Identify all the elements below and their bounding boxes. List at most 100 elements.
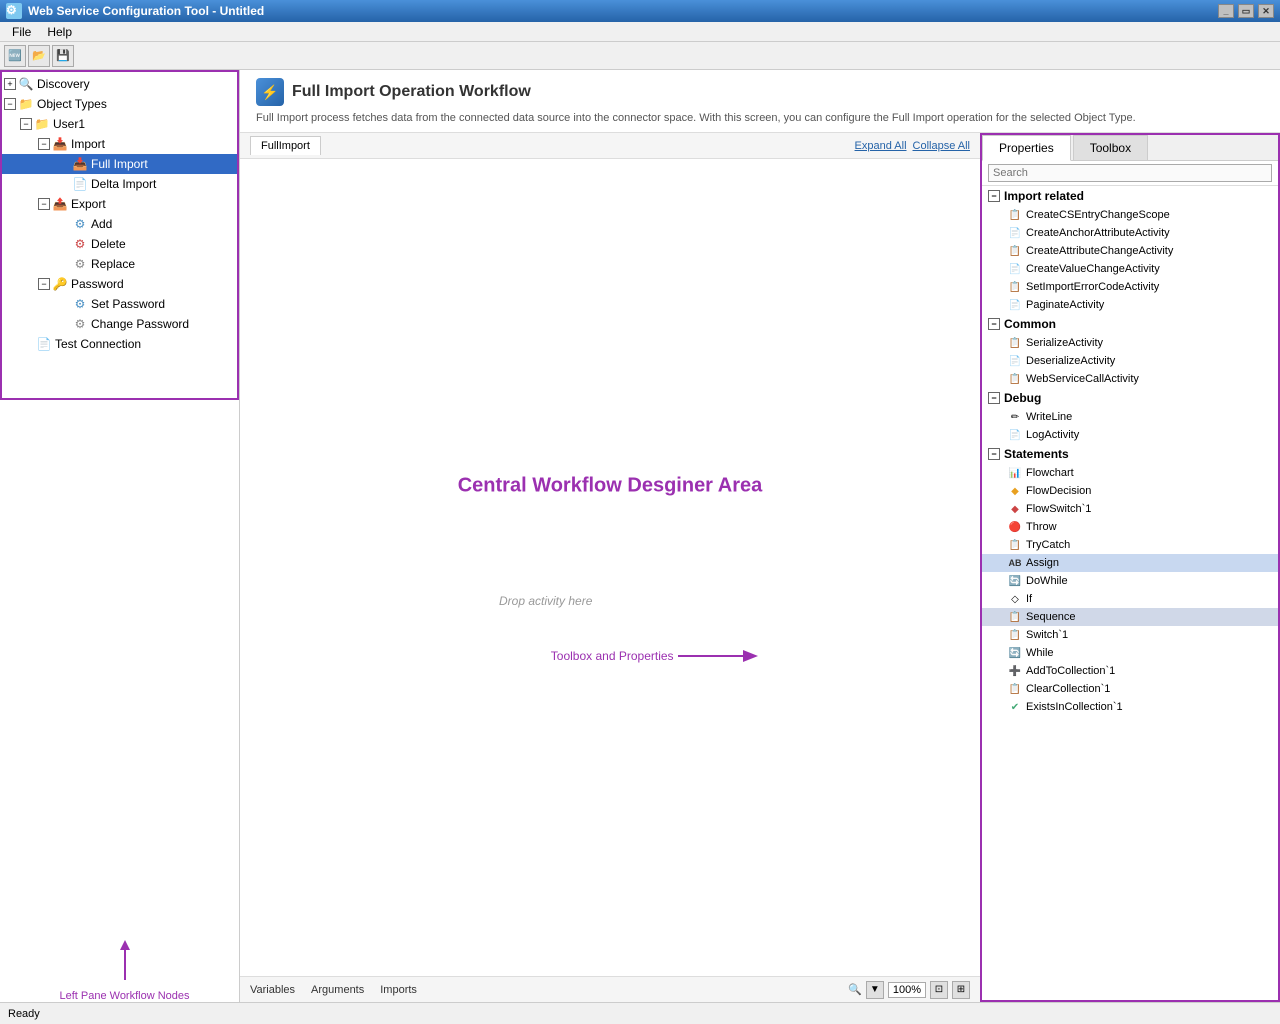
item-existsincollection[interactable]: ✔ ExistsInCollection`1	[982, 698, 1278, 716]
tree-item-import[interactable]: − 📥 Import	[0, 134, 239, 154]
tree-item-full-import[interactable]: 📥 Full Import	[0, 154, 239, 174]
item-createanchor[interactable]: 📄 CreateAnchorAttributeActivity	[982, 224, 1278, 242]
tree-item-change-password[interactable]: ⚙ Change Password	[0, 314, 239, 334]
item-writeline[interactable]: ✏ WriteLine	[982, 408, 1278, 426]
expand-export[interactable]: −	[38, 198, 50, 210]
panel-search	[982, 161, 1278, 186]
item-flowchart[interactable]: 📊 Flowchart	[982, 464, 1278, 482]
item-paginate[interactable]: 📄 PaginateActivity	[982, 296, 1278, 314]
workflow-header: ⚡ Full Import Operation Workflow Full Im…	[240, 70, 1280, 133]
item-serialize[interactable]: 📋 SerializeActivity	[982, 334, 1278, 352]
workflow-title-icon: ⚡	[256, 78, 284, 106]
category-statements[interactable]: − Statements	[982, 444, 1278, 464]
paginate-icon: 📄	[1008, 298, 1022, 312]
collapse-all-btn[interactable]: Collapse All	[913, 140, 970, 152]
item-dowhile[interactable]: 🔄 DoWhile	[982, 572, 1278, 590]
tree-item-password[interactable]: − 🔑 Password	[0, 274, 239, 294]
item-if[interactable]: ◇ If	[982, 590, 1278, 608]
bottom-tab-arguments[interactable]: Arguments	[311, 984, 364, 996]
export-label: Export	[71, 197, 106, 211]
search-input[interactable]	[988, 164, 1272, 182]
expand-object-types[interactable]: −	[4, 98, 16, 110]
zoom-icon: 🔍	[848, 983, 862, 996]
tab-toolbox[interactable]: Toolbox	[1073, 135, 1148, 160]
category-import-related[interactable]: − Import related	[982, 186, 1278, 206]
item-trycatch[interactable]: 📋 TryCatch	[982, 536, 1278, 554]
discovery-label: Discovery	[37, 77, 90, 91]
expand-import[interactable]: −	[38, 138, 50, 150]
category-common[interactable]: − Common	[982, 314, 1278, 334]
item-logactivity[interactable]: 📄 LogActivity	[982, 426, 1278, 444]
window-title: Web Service Configuration Tool - Untitle…	[28, 4, 1218, 18]
existsincollection-icon: ✔	[1008, 700, 1022, 714]
status-bar: Ready	[0, 1002, 1280, 1024]
expand-user1[interactable]: −	[20, 118, 32, 130]
tree-item-discovery[interactable]: + 🔍 Discovery	[0, 74, 239, 94]
close-button[interactable]: ✕	[1258, 4, 1274, 18]
expand-statements[interactable]: −	[988, 448, 1000, 460]
zoom-full-btn[interactable]: ⊞	[952, 981, 970, 999]
toolbox-arrow-annotation: Toolbox and Properties	[551, 646, 758, 666]
menu-file[interactable]: File	[4, 23, 39, 41]
dowhile-icon: 🔄	[1008, 574, 1022, 588]
tab-properties[interactable]: Properties	[982, 135, 1071, 161]
item-webservice[interactable]: 📋 WebServiceCallActivity	[982, 370, 1278, 388]
toolbar: 🆕 📂 💾	[0, 42, 1280, 70]
import-icon: 📥	[52, 136, 68, 152]
category-debug[interactable]: − Debug	[982, 388, 1278, 408]
tree-item-object-types[interactable]: − 📁 Object Types	[0, 94, 239, 114]
item-createvalue[interactable]: 📄 CreateValueChangeActivity	[982, 260, 1278, 278]
open-button[interactable]: 📂	[28, 45, 50, 67]
expand-common[interactable]: −	[988, 318, 1000, 330]
tree-item-replace[interactable]: ⚙ Replace	[0, 254, 239, 274]
createcsentry-label: CreateCSEntryChangeScope	[1026, 209, 1170, 221]
expand-import-related[interactable]: −	[988, 190, 1000, 202]
item-throw[interactable]: 🔴 Throw	[982, 518, 1278, 536]
tree-item-delta-import[interactable]: 📄 Delta Import	[0, 174, 239, 194]
tree-item-user1[interactable]: − 📁 User1	[0, 114, 239, 134]
flowdecision-icon: ◆	[1008, 484, 1022, 498]
restore-button[interactable]: ▭	[1238, 4, 1254, 18]
item-addtocollection[interactable]: ➕ AddToCollection`1	[982, 662, 1278, 680]
item-sequence[interactable]: 📋 Sequence	[982, 608, 1278, 626]
tree-item-add[interactable]: ⚙ Add	[0, 214, 239, 234]
createattribute-icon: 📋	[1008, 244, 1022, 258]
item-flowswitch[interactable]: ◆ FlowSwitch`1	[982, 500, 1278, 518]
designer-tab-fullimport[interactable]: FullImport	[250, 136, 321, 155]
item-while[interactable]: 🔄 While	[982, 644, 1278, 662]
expand-discovery[interactable]: +	[4, 78, 16, 90]
item-setimport[interactable]: 📋 SetImportErrorCodeActivity	[982, 278, 1278, 296]
item-switch[interactable]: 📋 Switch`1	[982, 626, 1278, 644]
serialize-icon: 📋	[1008, 336, 1022, 350]
tree-item-export[interactable]: − 📤 Export	[0, 194, 239, 214]
set-password-label: Set Password	[91, 297, 165, 311]
new-button[interactable]: 🆕	[4, 45, 26, 67]
item-flowdecision[interactable]: ◆ FlowDecision	[982, 482, 1278, 500]
minimize-button[interactable]: _	[1218, 4, 1234, 18]
menu-help[interactable]: Help	[39, 23, 80, 41]
item-clearcollection[interactable]: 📋 ClearCollection`1	[982, 680, 1278, 698]
assign-label: Assign	[1026, 557, 1059, 569]
expand-all-btn[interactable]: Expand All	[855, 140, 907, 152]
dowhile-label: DoWhile	[1026, 575, 1068, 587]
expand-debug[interactable]: −	[988, 392, 1000, 404]
bottom-tab-variables[interactable]: Variables	[250, 984, 295, 996]
title-bar: ⚙ Web Service Configuration Tool - Untit…	[0, 0, 1280, 22]
while-icon: 🔄	[1008, 646, 1022, 660]
item-createattribute[interactable]: 📋 CreateAttributeChangeActivity	[982, 242, 1278, 260]
save-button[interactable]: 💾	[52, 45, 74, 67]
createcsentry-icon: 📋	[1008, 208, 1022, 222]
item-deserialize[interactable]: 📄 DeserializeActivity	[982, 352, 1278, 370]
tree-item-test-connection[interactable]: 📄 Test Connection	[0, 334, 239, 354]
tree-item-set-password[interactable]: ⚙ Set Password	[0, 294, 239, 314]
item-createcsentry[interactable]: 📋 CreateCSEntryChangeScope	[982, 206, 1278, 224]
expand-password[interactable]: −	[38, 278, 50, 290]
bottom-tab-imports[interactable]: Imports	[380, 984, 417, 996]
zoom-dropdown-btn[interactable]: ▼	[866, 981, 884, 999]
left-pane-annotation-area: Left Pane Workflow Nodes	[0, 932, 239, 1002]
tree-item-delete[interactable]: ⚙ Delete	[0, 234, 239, 254]
drop-area: Drop activity here	[499, 594, 592, 608]
zoom-fit-btn[interactable]: ⊡	[930, 981, 948, 999]
canvas-area[interactable]: Central Workflow Desginer Area Drop acti…	[240, 159, 980, 976]
item-assign[interactable]: AB Assign	[982, 554, 1278, 572]
